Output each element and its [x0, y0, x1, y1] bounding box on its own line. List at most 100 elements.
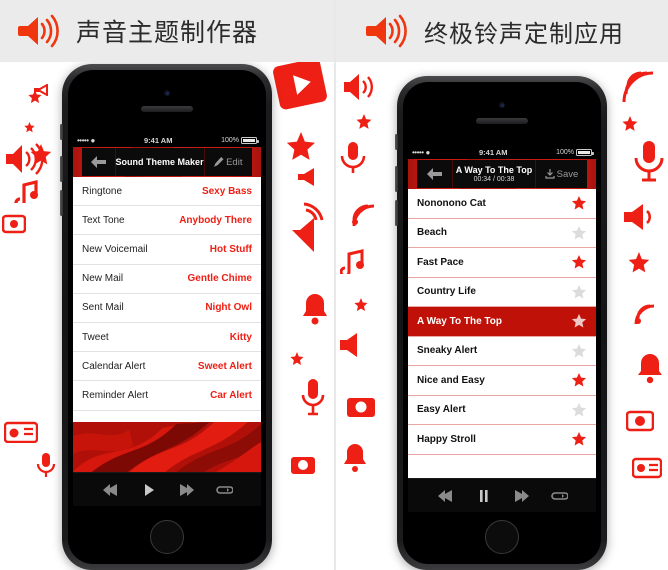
playback-controls-right[interactable] [408, 478, 596, 512]
list-item[interactable]: Country Life [408, 277, 596, 307]
front-camera [499, 102, 505, 108]
star-icon[interactable] [571, 372, 587, 388]
sound-theme-list[interactable]: Ringtone Sexy Bass Text Tone Anybody The… [73, 177, 261, 422]
volume-down-button[interactable] [60, 190, 63, 216]
row-label: A Way To The Top [417, 315, 502, 327]
speaker-doodle-icon [624, 204, 651, 230]
row-value: Sweet Alert [197, 360, 252, 372]
row-label: Calendar Alert [82, 360, 146, 372]
decorative-swirl-artwork [73, 422, 261, 472]
star-icon[interactable] [571, 313, 587, 329]
bell-doodle-icon [638, 354, 662, 384]
volume-up-button[interactable] [60, 156, 63, 182]
volume-down-button[interactable] [395, 200, 398, 226]
forward-icon[interactable] [513, 489, 530, 503]
mute-switch[interactable] [60, 124, 63, 140]
forward-icon[interactable] [178, 483, 195, 497]
repeat-icon[interactable] [215, 483, 233, 497]
speaker-icon [16, 13, 62, 49]
music-note-doodle-icon [340, 249, 364, 274]
save-button-label: Save [556, 168, 579, 180]
row-label: New Mail [82, 273, 124, 285]
repeat-icon[interactable] [550, 489, 568, 503]
list-item[interactable]: Easy Alert [408, 395, 596, 425]
list-item[interactable]: New Voicemail Hot Stuff [73, 235, 261, 265]
list-item[interactable]: Tweet Kitty [73, 322, 261, 353]
bell-doodle-icon [303, 294, 327, 325]
navigation-bar-left: Sound Theme Maker Edit [73, 147, 261, 177]
list-item[interactable]: Nononono Cat [408, 189, 596, 219]
star-icon[interactable] [571, 402, 587, 418]
row-label: Happy Stroll [417, 433, 476, 445]
list-item[interactable]: Sent Mail Night Owl [73, 293, 261, 323]
edit-button-label: Edit [226, 156, 243, 168]
row-label: Fast Pace [417, 256, 464, 268]
list-item[interactable]: Fast Pace [408, 248, 596, 278]
camera-doodle-icon [347, 398, 375, 417]
home-button[interactable] [150, 520, 184, 554]
volume-up-button[interactable] [395, 166, 398, 192]
sound-wave-doodle-icon [292, 202, 324, 252]
list-item[interactable]: Text Tone Anybody There [73, 206, 261, 236]
star-icon[interactable] [571, 343, 587, 359]
camera-doodle-icon [2, 214, 26, 234]
list-item[interactable]: Sneaky Alert [408, 336, 596, 366]
play-icon[interactable] [140, 483, 157, 497]
signal-dots-icon: ••••• [77, 136, 89, 145]
home-button[interactable] [485, 520, 519, 554]
star-icon[interactable] [571, 431, 587, 447]
star-doodle-icon [286, 132, 315, 160]
camera-doodle-icon [291, 457, 315, 474]
microphone-doodle-icon [340, 142, 366, 173]
star-icon[interactable] [571, 254, 587, 270]
mute-switch[interactable] [395, 134, 398, 150]
microphone-doodle-icon [301, 379, 325, 416]
page-title: 声音主题制作器 [76, 19, 259, 47]
speaker-doodle-icon [298, 168, 314, 186]
row-label: Country Life [417, 286, 476, 298]
list-item[interactable]: Nice and Easy [408, 366, 596, 396]
navigation-bar-right: A Way To The Top 00:34 / 00:38 Save [408, 159, 596, 189]
list-item[interactable]: Calendar Alert Sweet Alert [73, 352, 261, 382]
status-time: 9:41 AM [143, 136, 173, 145]
row-label: Nice and Easy [417, 374, 485, 386]
playback-controls-left[interactable] [73, 472, 261, 506]
megaphone-doodle-icon [34, 84, 48, 96]
star-icon[interactable] [571, 225, 587, 241]
star-doodle-icon [628, 252, 650, 273]
back-button[interactable] [82, 148, 116, 176]
star-icon[interactable] [571, 195, 587, 211]
play-badge-doodle-icon [273, 62, 327, 110]
battery-percent: 100% [221, 137, 239, 144]
star-doodle-icon [356, 114, 372, 129]
list-item[interactable]: Beach [408, 218, 596, 248]
iphone-device-right: ••••• ● 9:41 AM 100% A Way To The Top 00… [395, 76, 607, 570]
iphone-device-left: ••••• ● 9:41 AM 100% Sound Theme Maker E… [60, 64, 272, 570]
star-doodle-icon [622, 116, 638, 131]
list-item[interactable]: New Mail Gentle Chime [73, 264, 261, 294]
save-icon [545, 169, 555, 179]
front-camera [164, 90, 170, 96]
panel-header-right: 终极铃声定制应用 [336, 0, 668, 62]
ringtone-list[interactable]: Nononono Cat Beach Fast Pace Country Lif… [408, 189, 596, 478]
rewind-icon[interactable] [437, 489, 454, 503]
row-label: Sneaky Alert [417, 345, 478, 357]
microphone-doodle-icon [634, 141, 664, 182]
edit-button[interactable]: Edit [203, 148, 252, 176]
list-item[interactable]: Happy Stroll [408, 425, 596, 455]
save-button[interactable]: Save [535, 160, 587, 188]
row-label: Ringtone [82, 185, 123, 197]
back-button[interactable] [417, 160, 453, 188]
sound-wave-doodle-icon [344, 74, 373, 100]
sound-wave-doodle-icon [634, 304, 655, 325]
list-item[interactable]: Reminder Alert Car Alert [73, 381, 261, 411]
list-item-selected[interactable]: A Way To The Top [408, 307, 596, 337]
star-icon[interactable] [571, 284, 587, 300]
status-bar: ••••• ● 9:41 AM 100% [408, 146, 596, 159]
page-title: 终极铃声定制应用 [424, 20, 624, 48]
list-item[interactable]: Ringtone Sexy Bass [73, 177, 261, 207]
pause-icon[interactable] [475, 489, 492, 503]
rewind-icon[interactable] [102, 483, 119, 497]
earpiece-speaker [141, 106, 193, 112]
pencil-icon [214, 157, 224, 167]
